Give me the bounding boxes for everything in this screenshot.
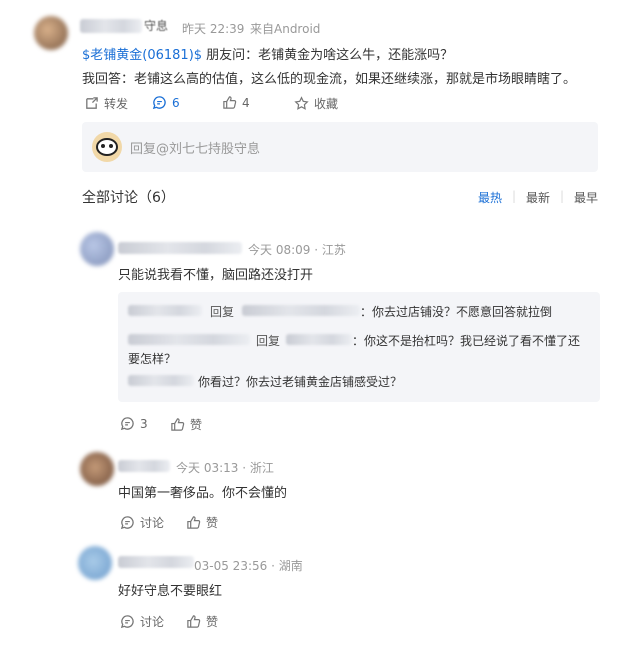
- like-label: 赞: [190, 418, 203, 432]
- comment-text: 只能说我看不懂，脑回路还没打开: [118, 268, 314, 283]
- forward-label: 转发: [104, 97, 129, 111]
- comment-button[interactable]: 6: [152, 95, 180, 110]
- sub-reply-colon: ：: [360, 305, 373, 319]
- reply-input-placeholder[interactable]: 回复@刘七七持股守息: [130, 138, 260, 157]
- comment-time-location: 今天 08:09 · 江苏: [248, 243, 346, 257]
- sort-divider: |: [512, 189, 517, 203]
- thumbs-up-icon: [171, 418, 185, 431]
- comment-time-location: 今天 03:13 · 浙江: [176, 461, 274, 475]
- comment-like-button[interactable]: 赞: [186, 514, 218, 531]
- sub-reply-author[interactable]: [128, 375, 194, 386]
- like-label: 赞: [206, 516, 219, 530]
- comment-icon: [120, 417, 134, 431]
- like-count: 4: [242, 95, 250, 110]
- comment-icon: [120, 516, 134, 530]
- comment-icon: [120, 615, 134, 629]
- post-text-line-2: 我回答：老铺这么高的估值，这么低的现金流，如果还继续涨，那就是市场眼睛瞎了。: [82, 72, 577, 87]
- post-author-avatar[interactable]: [34, 16, 68, 50]
- sub-reply-text: 你这不是抬杠吗？我已经说了看不懂了还: [364, 334, 581, 348]
- star-icon: [294, 96, 309, 110]
- comment-like-button[interactable]: 赞: [170, 416, 202, 433]
- favorite-button[interactable]: 收藏: [294, 95, 338, 112]
- comment-text: 好好守息不要眼红: [118, 584, 223, 599]
- post-text-line-1: $老铺黄金(06181)$ 朋友问：老铺黄金为啥这么牛，还能涨吗？: [82, 44, 453, 63]
- comment-like-button[interactable]: 赞: [186, 613, 218, 630]
- post-time: 昨天 22:39: [182, 22, 245, 36]
- comment-text: 中国第一奢侈品。你不会懂的: [118, 486, 288, 501]
- forward-button[interactable]: 转发: [84, 95, 128, 112]
- comment-author-name[interactable]: [118, 460, 170, 472]
- comment-count: 6: [172, 95, 180, 110]
- comment-avatar[interactable]: [78, 546, 112, 580]
- discussion-title: 全部讨论（6）: [82, 190, 175, 206]
- sub-reply-text: 你看过？你去过老铺黄金店铺感受过？: [198, 375, 403, 389]
- sub-reply-author[interactable]: [128, 305, 202, 316]
- sub-replies-box: 回复 ： 你去过店铺没？不愿意回答就拉倒 回复 ： 你这不是抬杠吗？我已经说了看…: [118, 292, 600, 402]
- comment-avatar[interactable]: [80, 452, 114, 486]
- sort-earliest-tab[interactable]: 最早: [574, 189, 598, 206]
- discuss-label: 讨论: [140, 615, 165, 629]
- favorite-label: 收藏: [314, 97, 339, 111]
- comment-icon: [152, 96, 166, 110]
- sub-reply-author[interactable]: [128, 334, 250, 345]
- like-button[interactable]: 4: [222, 95, 250, 110]
- sub-reply-text: 你去过店铺没？不愿意回答就拉倒: [372, 305, 553, 319]
- sort-hot-tab[interactable]: 最热: [478, 189, 502, 206]
- comment-author-name[interactable]: [118, 556, 194, 568]
- sub-reply-colon: ：: [352, 334, 365, 348]
- current-user-avatar: [92, 132, 122, 162]
- discuss-label: 讨论: [140, 516, 165, 530]
- thumbs-up-icon: [187, 615, 201, 628]
- thumbs-up-icon: [187, 516, 201, 529]
- thumbs-up-icon: [223, 96, 237, 109]
- comment-avatar[interactable]: [80, 232, 114, 266]
- reply-count-button[interactable]: 3: [120, 416, 148, 431]
- sub-reply-target[interactable]: [242, 305, 360, 316]
- like-label: 赞: [206, 615, 219, 629]
- stock-tag-link[interactable]: $老铺黄金(06181)$: [82, 48, 202, 63]
- forward-icon: [86, 97, 98, 109]
- sub-reply-target[interactable]: [286, 334, 352, 345]
- comment-author-name[interactable]: [118, 242, 242, 254]
- post-author-name-suffix: 守息: [144, 19, 169, 33]
- sort-latest-tab[interactable]: 最新: [526, 189, 550, 206]
- comment-time-location: 03-05 23:56 · 湖南: [194, 559, 303, 573]
- sub-reply-text-continued: 要怎样？: [128, 352, 177, 366]
- sort-divider: |: [560, 189, 565, 203]
- post-text-question: 朋友问：老铺黄金为啥这么牛，还能涨吗？: [202, 48, 454, 63]
- post-source: 来自Android: [250, 22, 321, 36]
- reply-count: 3: [140, 416, 148, 431]
- reply-input-box[interactable]: 回复@刘七七持股守息: [82, 122, 598, 172]
- sub-reply-reply-word: 回复: [256, 334, 281, 348]
- discuss-button[interactable]: 讨论: [120, 514, 164, 531]
- discuss-button[interactable]: 讨论: [120, 613, 164, 630]
- sub-reply-reply-word: 回复: [210, 305, 235, 319]
- post-author-name[interactable]: [80, 19, 142, 33]
